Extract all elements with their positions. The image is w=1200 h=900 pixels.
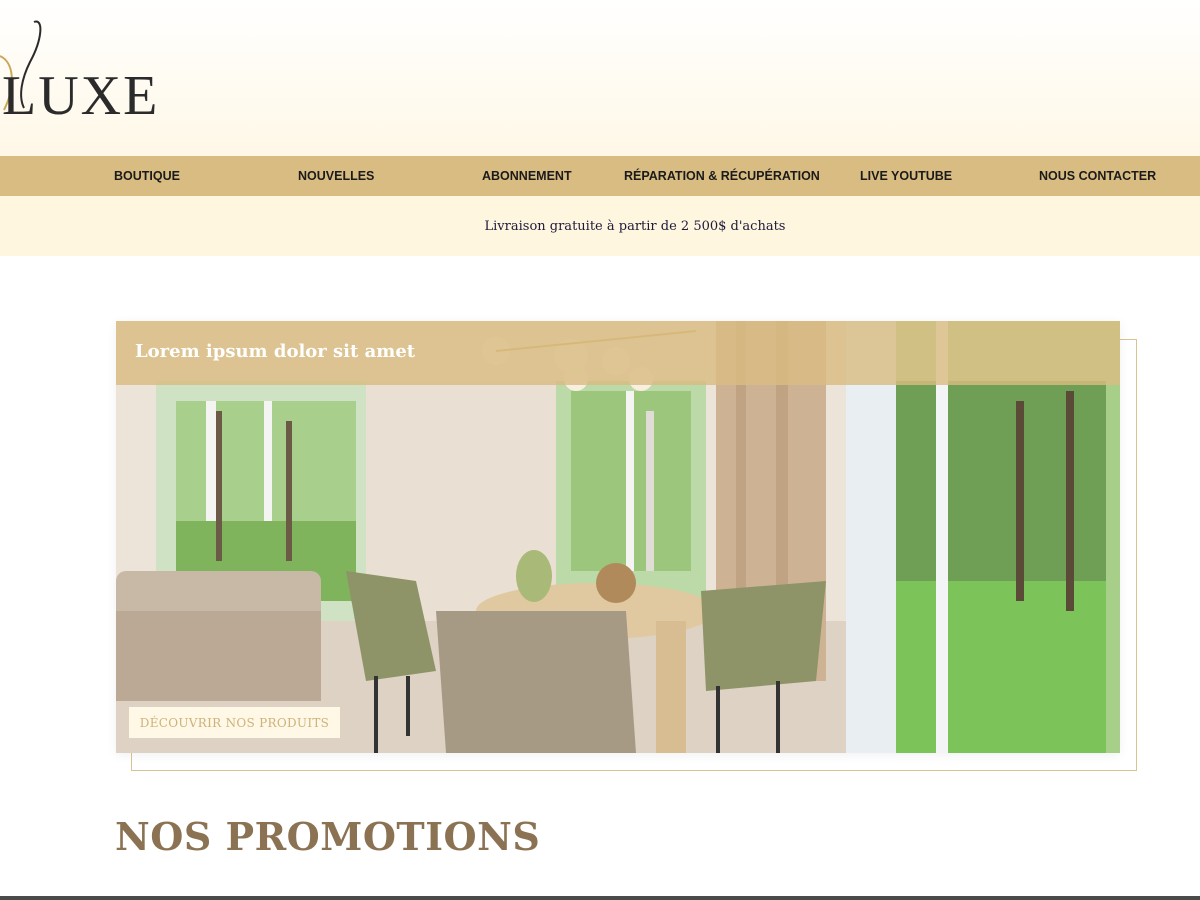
promotions-title: NOS PROMOTIONS: [115, 814, 541, 859]
nav-item-boutique[interactable]: BOUTIQUE: [114, 156, 180, 196]
announcement-text: Livraison gratuite à partir de 2 500$ d'…: [484, 218, 786, 234]
hero-banner: Lorem ipsum dolor sit amet DÉCOUVRIR NOS…: [116, 321, 1120, 753]
main-nav: BOUTIQUE NOUVELLES ABONNEMENT RÉPARATION…: [0, 156, 1200, 196]
logo-text: LUXE: [2, 65, 160, 127]
hero-image: [116, 321, 1120, 753]
nav-item-nouvelles[interactable]: NOUVELLES: [298, 156, 374, 196]
site-header: LUXE: [0, 0, 1200, 156]
announcement-bar: Livraison gratuite à partir de 2 500$ d'…: [0, 196, 1200, 256]
logo[interactable]: LUXE: [0, 18, 180, 128]
nav-item-contact[interactable]: NOUS CONTACTER: [1039, 156, 1156, 196]
hero-title: Lorem ipsum dolor sit amet: [135, 341, 416, 362]
nav-item-reparation[interactable]: RÉPARATION & RÉCUPÉRATION: [624, 156, 820, 196]
bottom-divider: [0, 896, 1200, 900]
discover-products-button[interactable]: DÉCOUVRIR NOS PRODUITS: [129, 707, 340, 738]
nav-item-abonnement[interactable]: ABONNEMENT: [482, 156, 572, 196]
nav-item-live-youtube[interactable]: LIVE YOUTUBE: [860, 156, 952, 196]
